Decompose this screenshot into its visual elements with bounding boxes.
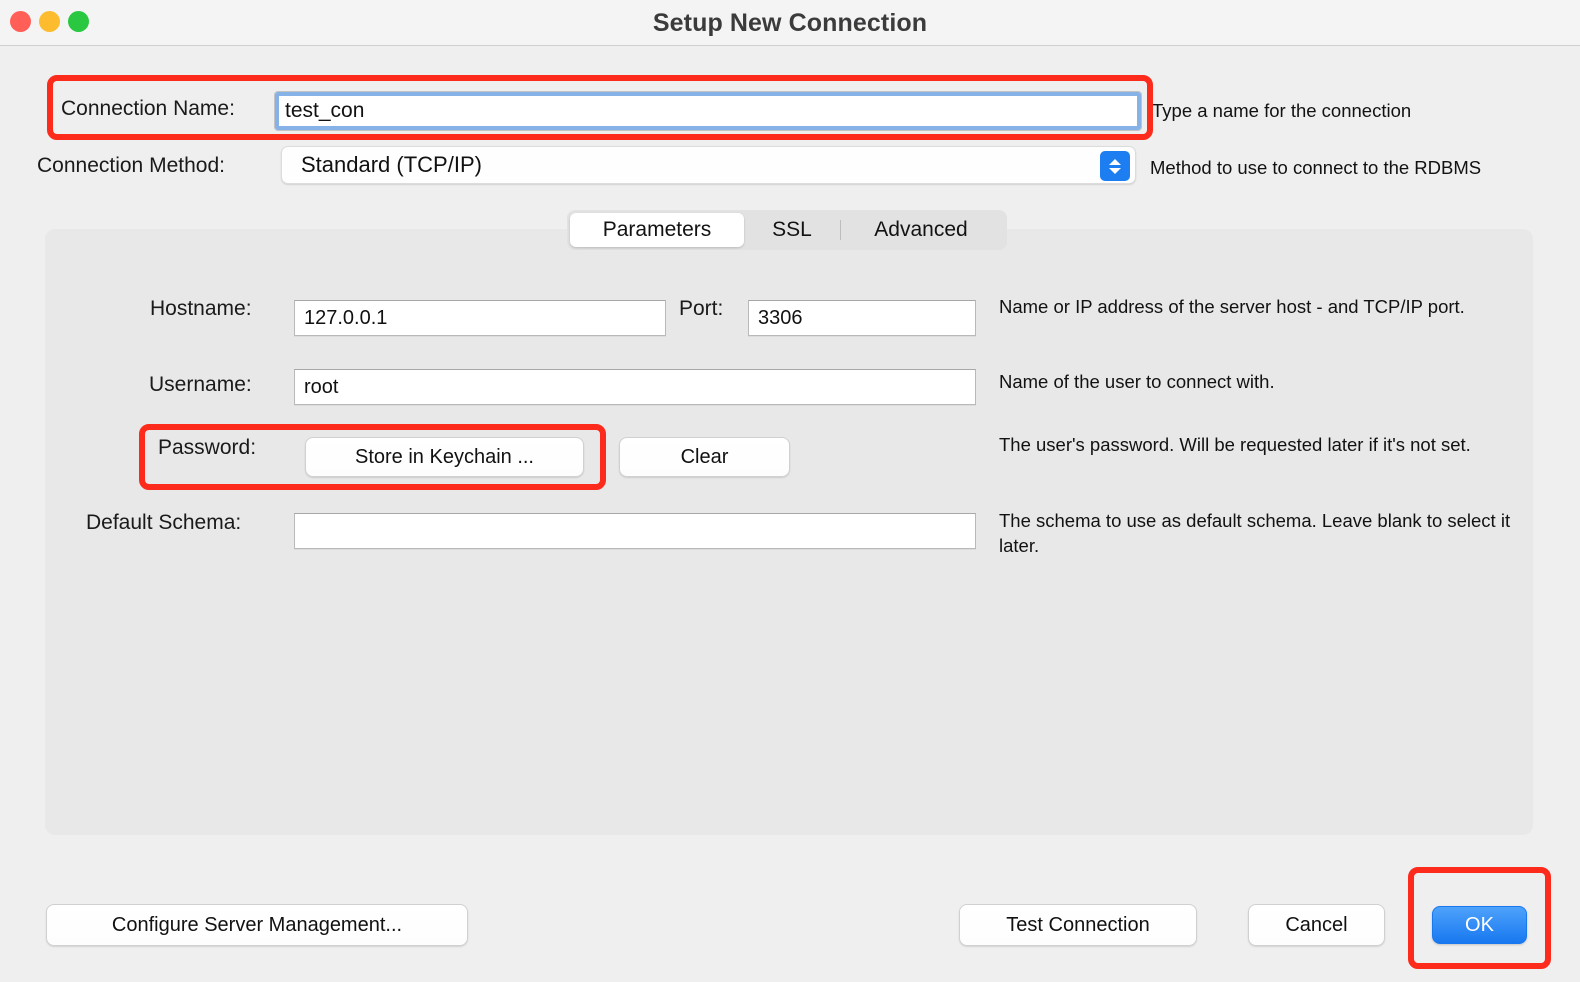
port-label: Port:: [679, 297, 724, 320]
ok-button[interactable]: OK: [1432, 906, 1527, 944]
connection-method-label: Connection Method:: [37, 154, 225, 177]
tab-advanced[interactable]: Advanced: [841, 213, 1001, 247]
chevron-up-icon: [1109, 158, 1121, 165]
store-in-keychain-button[interactable]: Store in Keychain ...: [305, 437, 584, 477]
default-schema-input[interactable]: [294, 513, 976, 549]
chevron-down-icon: [1109, 167, 1121, 174]
default-schema-help-text: The schema to use as default schema. Lea…: [999, 510, 1511, 556]
chevron-updown-icon[interactable]: [1100, 151, 1130, 181]
connection-name-label: Connection Name:: [61, 97, 235, 120]
cancel-button[interactable]: Cancel: [1248, 904, 1385, 946]
settings-tabbar: Parameters SSL Advanced: [567, 210, 1007, 250]
configure-server-management-button[interactable]: Configure Server Management...: [46, 904, 468, 946]
hostname-label: Hostname:: [150, 297, 252, 320]
username-label: Username:: [149, 373, 252, 396]
connection-method-value: Standard (TCP/IP): [301, 152, 482, 177]
tab-ssl[interactable]: SSL: [744, 213, 840, 247]
password-help-text: The user's password. Will be requested l…: [999, 434, 1471, 455]
port-input[interactable]: 3306: [748, 300, 976, 336]
window-title: Setup New Connection: [652, 9, 928, 37]
connection-method-help-text: Method to use to connect to the RDBMS: [1150, 157, 1482, 178]
connection-name-input[interactable]: test_con: [274, 91, 1142, 131]
connection-method-dropdown[interactable]: Standard (TCP/IP): [281, 146, 1136, 184]
test-connection-button[interactable]: Test Connection: [959, 904, 1197, 946]
username-input[interactable]: root: [294, 369, 976, 405]
clear-password-button[interactable]: Clear: [619, 437, 790, 477]
hostname-help-text: Name or IP address of the server host - …: [999, 296, 1465, 317]
default-schema-label: Default Schema:: [86, 511, 242, 534]
connection-name-help-text: Type a name for the connection: [1152, 100, 1412, 121]
tab-parameters[interactable]: Parameters: [570, 213, 744, 247]
hostname-input[interactable]: 127.0.0.1: [294, 300, 666, 336]
password-label: Password:: [158, 436, 257, 459]
username-help-text: Name of the user to connect with.: [999, 371, 1275, 392]
